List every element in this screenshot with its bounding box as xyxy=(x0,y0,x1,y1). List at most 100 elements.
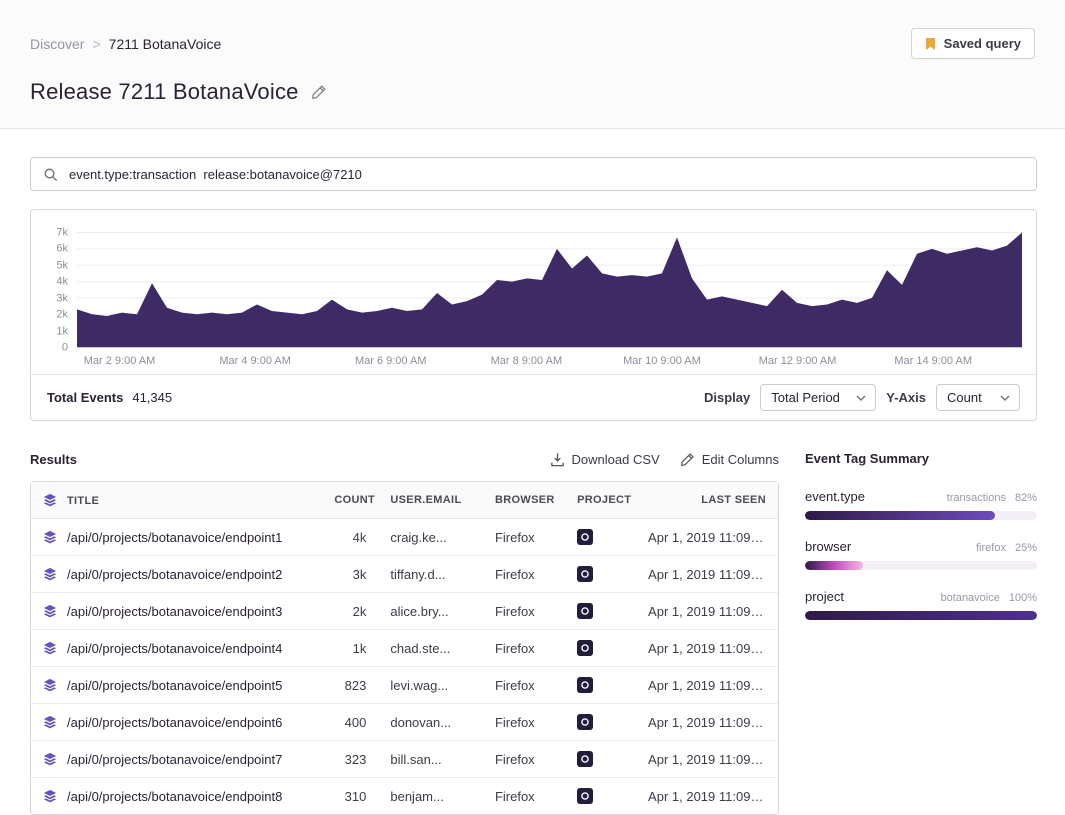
cell-project xyxy=(565,778,636,814)
cell-title[interactable]: /api/0/projects/botanavoice/endpoint7 xyxy=(31,741,322,778)
cell-user-email: alice.bry... xyxy=(378,593,483,630)
cell-last-seen: Apr 1, 2019 11:09 PM xyxy=(636,556,778,593)
tag-percent: 25% xyxy=(1015,542,1037,554)
y-axis-label: 7k xyxy=(56,227,68,238)
breadcrumb-discover-link[interactable]: Discover xyxy=(30,36,84,52)
project-avatar xyxy=(577,530,593,545)
cell-browser: Firefox xyxy=(483,778,565,814)
x-axis-label: Mar 8 9:00 AM xyxy=(491,355,563,367)
tag-bar[interactable] xyxy=(805,511,1037,520)
cell-count: 3k xyxy=(322,556,378,593)
tag-bar[interactable] xyxy=(805,611,1037,620)
cell-project xyxy=(565,630,636,667)
project-avatar xyxy=(577,567,593,582)
table-row[interactable]: /api/0/projects/botanavoice/endpoint2 3kt… xyxy=(31,556,778,593)
edit-title-button[interactable] xyxy=(311,84,327,100)
table-row[interactable]: /api/0/projects/botanavoice/endpoint3 2ka… xyxy=(31,593,778,630)
column-header-project[interactable]: Project xyxy=(565,482,636,519)
saved-query-button[interactable]: Saved query xyxy=(911,28,1035,59)
cell-last-seen: Apr 1, 2019 11:09 PM xyxy=(636,519,778,556)
tag-item: projectbotanavoice100% xyxy=(805,589,1037,620)
cell-browser: Firefox xyxy=(483,741,565,778)
cell-title[interactable]: /api/0/projects/botanavoice/endpoint6 xyxy=(31,704,322,741)
tag-percent: 100% xyxy=(1009,592,1037,604)
cell-last-seen: Apr 1, 2019 11:09 PM xyxy=(636,704,778,741)
y-axis-label: 3k xyxy=(56,293,68,304)
layers-icon xyxy=(43,752,57,767)
cell-count: 2k xyxy=(322,593,378,630)
cell-count: 310 xyxy=(322,778,378,814)
tag-item: browserfirefox25% xyxy=(805,539,1037,570)
yaxis-select[interactable]: Count xyxy=(936,384,1020,411)
layers-icon xyxy=(43,789,57,804)
cell-title[interactable]: /api/0/projects/botanavoice/endpoint3 xyxy=(31,593,322,630)
display-select[interactable]: Total Period xyxy=(760,384,876,411)
cell-project xyxy=(565,593,636,630)
column-header-last-seen[interactable]: Last Seen xyxy=(636,482,778,519)
layers-icon xyxy=(43,715,57,730)
events-chart[interactable] xyxy=(77,226,1022,348)
download-csv-button[interactable]: Download CSV xyxy=(550,452,660,467)
results-table-body: /api/0/projects/botanavoice/endpoint14kc… xyxy=(31,519,778,814)
table-row[interactable]: /api/0/projects/botanavoice/endpoint8 310… xyxy=(31,778,778,814)
cell-title[interactable]: /api/0/projects/botanavoice/endpoint1 xyxy=(31,519,322,556)
tag-percent: 82% xyxy=(1015,492,1037,504)
event-title-link[interactable]: /api/0/projects/botanavoice/endpoint3 xyxy=(67,604,282,619)
cell-user-email: bill.san... xyxy=(378,741,483,778)
search-bar[interactable] xyxy=(30,157,1037,191)
tag-bar-fill xyxy=(805,611,1037,620)
tag-top-value: firefox xyxy=(976,542,1006,554)
event-title-link[interactable]: /api/0/projects/botanavoice/endpoint1 xyxy=(67,530,282,545)
table-row[interactable]: /api/0/projects/botanavoice/endpoint6400… xyxy=(31,704,778,741)
layers-icon xyxy=(43,530,57,545)
y-axis-label: 6k xyxy=(56,244,68,255)
event-title-link[interactable]: /api/0/projects/botanavoice/endpoint6 xyxy=(67,715,282,730)
search-input[interactable] xyxy=(67,166,1024,183)
cell-count: 823 xyxy=(322,667,378,704)
tag-bar-fill xyxy=(805,561,863,570)
display-select-value: Total Period xyxy=(771,390,840,405)
pencil-icon xyxy=(311,84,327,100)
event-title-link[interactable]: /api/0/projects/botanavoice/endpoint7 xyxy=(67,752,282,767)
cell-last-seen: Apr 1, 2019 11:09 PM xyxy=(636,778,778,814)
event-title-link[interactable]: /api/0/projects/botanavoice/endpoint4 xyxy=(67,641,282,656)
x-axis-label: Mar 4 9:00 AM xyxy=(219,355,291,367)
table-row[interactable]: /api/0/projects/botanavoice/endpoint14kc… xyxy=(31,519,778,556)
event-tag-summary: event.typetransactions82%browserfirefox2… xyxy=(805,489,1037,620)
table-row[interactable]: /api/0/projects/botanavoice/endpoint7323… xyxy=(31,741,778,778)
chart-x-axis: Mar 2 9:00 AM Mar 4 9:00 AM Mar 6 9:00 AM M… xyxy=(77,348,1022,374)
cell-title[interactable]: /api/0/projects/botanavoice/endpoint8 xyxy=(31,778,322,814)
table-row[interactable]: /api/0/projects/botanavoice/endpoint5 823… xyxy=(31,667,778,704)
column-header-title[interactable]: Title xyxy=(31,482,322,519)
event-title-link[interactable]: /api/0/projects/botanavoice/endpoint2 xyxy=(67,567,282,582)
column-header-browser[interactable]: Browser xyxy=(483,482,565,519)
x-axis-label: Mar 6 9:00 AM xyxy=(355,355,427,367)
tag-bar[interactable] xyxy=(805,561,1037,570)
display-label: Display xyxy=(704,390,750,405)
cell-last-seen: Apr 1, 2019 11:09 PM xyxy=(636,741,778,778)
yaxis-label: Y-Axis xyxy=(886,390,926,405)
column-header-user-email[interactable]: User.Email xyxy=(378,482,483,519)
cell-user-email: tiffany.d... xyxy=(378,556,483,593)
cell-browser: Firefox xyxy=(483,667,565,704)
x-axis-label: Mar 2 9:00 AM xyxy=(84,355,156,367)
x-axis-label: Mar 12 9:00 AM xyxy=(759,355,837,367)
cell-browser: Firefox xyxy=(483,593,565,630)
cell-title[interactable]: /api/0/projects/botanavoice/endpoint2 xyxy=(31,556,322,593)
x-axis-label: Mar 10 9:00 AM xyxy=(623,355,701,367)
edit-columns-button[interactable]: Edit Columns xyxy=(680,452,779,467)
project-avatar xyxy=(577,715,593,730)
column-header-count[interactable]: Count xyxy=(322,482,378,519)
cell-title[interactable]: /api/0/projects/botanavoice/endpoint4 xyxy=(31,630,322,667)
event-title-link[interactable]: /api/0/projects/botanavoice/endpoint5 xyxy=(67,678,282,693)
table-row[interactable]: /api/0/projects/botanavoice/endpoint41kc… xyxy=(31,630,778,667)
area-series xyxy=(77,233,1022,347)
cell-browser: Firefox xyxy=(483,556,565,593)
tag-name: project xyxy=(805,589,844,604)
cell-last-seen: Apr 1, 2019 11:09 PM xyxy=(636,630,778,667)
chevron-down-icon xyxy=(1000,395,1010,401)
cell-project xyxy=(565,556,636,593)
x-axis-label: Mar 14 9:00 AM xyxy=(894,355,972,367)
cell-title[interactable]: /api/0/projects/botanavoice/endpoint5 xyxy=(31,667,322,704)
event-title-link[interactable]: /api/0/projects/botanavoice/endpoint8 xyxy=(67,789,282,804)
